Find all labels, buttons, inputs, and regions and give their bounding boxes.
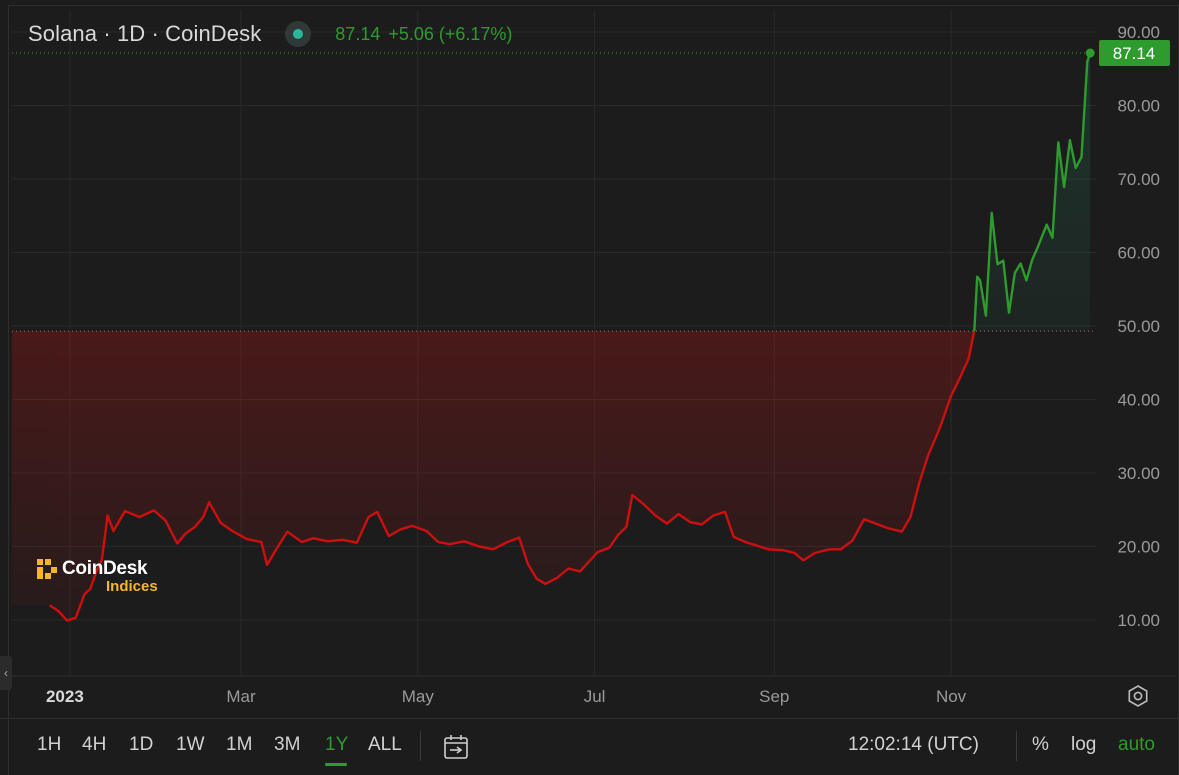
calendar-goto-icon[interactable] xyxy=(442,733,470,761)
price-change: +5.06 (+6.17%) xyxy=(388,24,512,45)
live-indicator xyxy=(285,21,311,47)
bottom-toolbar: 1H 4H 1D 1W 1M 3M 1Y ALL 12:02:14 (UTC) … xyxy=(0,718,1179,775)
y-tick-label: 70.00 xyxy=(1117,170,1160,189)
y-tick-label: 60.00 xyxy=(1117,243,1160,262)
utc-clock[interactable]: 12:02:14 (UTC) xyxy=(848,734,979,756)
range-3m-button[interactable]: 3M xyxy=(274,734,300,756)
y-tick-label: 20.00 xyxy=(1117,537,1160,556)
live-dot-icon xyxy=(293,29,303,39)
coindesk-logo-icon xyxy=(36,558,58,580)
log-toggle[interactable]: log xyxy=(1071,734,1096,756)
range-1d-button[interactable]: 1D xyxy=(129,734,153,756)
logo-name: CoinDesk xyxy=(62,558,147,580)
y-tick-label: 10.00 xyxy=(1117,611,1160,630)
active-range-underline xyxy=(325,763,347,766)
toolbar-divider xyxy=(1016,731,1017,761)
coindesk-indices-logo: CoinDesk Indices xyxy=(36,558,158,595)
y-tick-label: 40.00 xyxy=(1117,390,1160,409)
last-point-marker xyxy=(1086,49,1095,58)
settings-icon[interactable] xyxy=(1126,684,1150,708)
toolbar-divider xyxy=(420,731,421,761)
x-tick-label: Nov xyxy=(936,687,967,706)
collapse-panel-button[interactable]: ‹ xyxy=(0,656,12,690)
logo-sub: Indices xyxy=(106,578,158,595)
last-price-badge-label: 87.14 xyxy=(1113,44,1156,63)
price-chart[interactable]: 10.00 20.00 30.00 40.00 50.00 60.00 70.00 80.00… xyxy=(0,0,1179,718)
y-tick-label: 80.00 xyxy=(1117,97,1160,116)
range-1m-button[interactable]: 1M xyxy=(226,734,252,756)
range-1y-button[interactable]: 1Y xyxy=(325,734,348,756)
above-baseline-area xyxy=(974,53,1090,331)
x-tick-label: May xyxy=(402,687,435,706)
auto-toggle[interactable]: auto xyxy=(1118,734,1155,756)
range-all-button[interactable]: ALL xyxy=(368,734,402,756)
chart-title: Solana · 1D · CoinDesk xyxy=(28,21,261,47)
x-tick-label: 2023 xyxy=(46,687,84,706)
x-tick-label: Jul xyxy=(584,687,606,706)
y-tick-label: 50.00 xyxy=(1117,317,1160,336)
x-tick-label: Sep xyxy=(759,687,789,706)
chart-header: Solana · 1D · CoinDesk 87.14 +5.06 (+6.1… xyxy=(28,20,512,48)
range-1h-button[interactable]: 1H xyxy=(37,734,61,756)
x-tick-label: Mar xyxy=(226,687,256,706)
percent-toggle[interactable]: % xyxy=(1032,734,1049,756)
chevron-left-icon: ‹ xyxy=(4,666,8,680)
y-tick-label: 30.00 xyxy=(1117,464,1160,483)
y-tick-label: 90.00 xyxy=(1117,23,1160,42)
current-price: 87.14 xyxy=(335,24,380,45)
range-4h-button[interactable]: 4H xyxy=(82,734,106,756)
range-1w-button[interactable]: 1W xyxy=(176,734,205,756)
